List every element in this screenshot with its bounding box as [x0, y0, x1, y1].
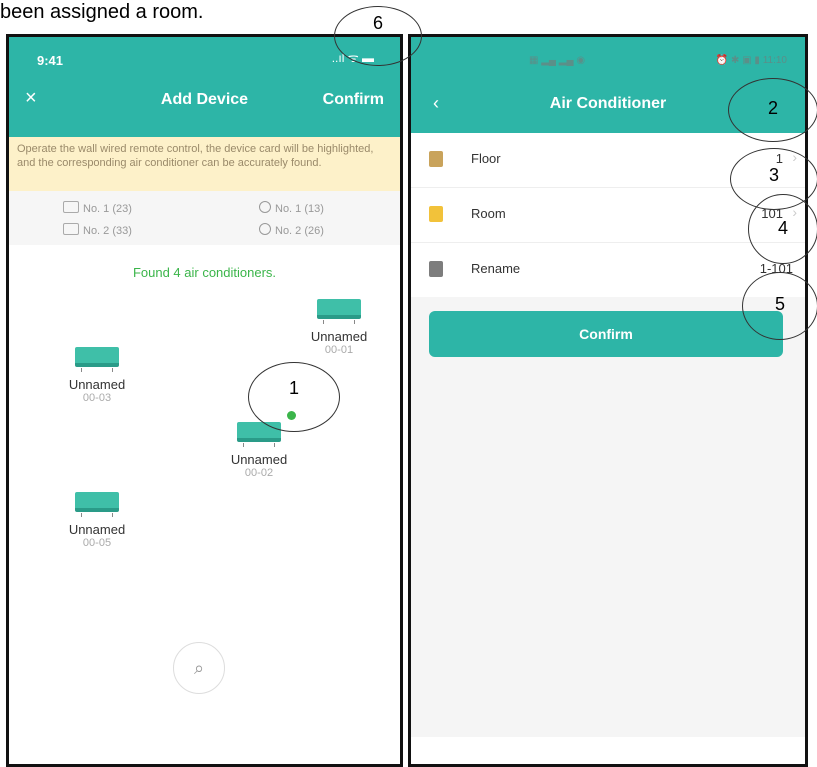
door-icon	[429, 206, 443, 222]
remote-icon	[63, 223, 79, 235]
caption-text: been assigned a room.	[0, 1, 204, 23]
row-label: Room	[471, 206, 506, 221]
stat-label: No. 2 (33)	[83, 225, 132, 237]
stat-label: No. 1 (23)	[83, 203, 132, 215]
device-name: Unnamed	[68, 522, 126, 537]
stat-label: No. 1 (13)	[275, 203, 324, 215]
device-card[interactable]: Unnamed 00-05	[57, 492, 137, 549]
air-conditioner-icon	[75, 347, 119, 372]
found-count: Found 4 air conditioners.	[132, 265, 277, 280]
callout-6: 6	[334, 6, 422, 66]
air-conditioner-icon	[75, 492, 119, 517]
add-device-screen: 9:41 ..ıl ᯤ ▬ × Add Device Confirm Opera…	[6, 34, 403, 767]
stat-label: No. 2 (26)	[275, 225, 324, 237]
device-card[interactable]: Unnamed 00-03	[57, 347, 137, 404]
device-name: Unnamed	[68, 377, 126, 392]
stat-item: No. 1 (23)	[63, 201, 132, 215]
row-label: Floor	[471, 151, 501, 166]
device-name: Unnamed	[310, 329, 368, 344]
content-background	[411, 297, 805, 737]
callout-5: 5	[742, 272, 817, 340]
clock-icon	[259, 223, 271, 235]
stat-item: No. 2 (26)	[259, 223, 324, 237]
remote-icon	[63, 201, 79, 213]
rename-icon	[429, 261, 443, 277]
callout-4: 4	[748, 194, 817, 264]
device-card[interactable]: Unnamed 00-01	[299, 299, 379, 356]
device-code: 00-01	[324, 344, 354, 356]
stats-panel: No. 1 (23) No. 1 (13) No. 2 (33) No. 2 (…	[9, 191, 400, 245]
confirm-button[interactable]: Confirm	[323, 91, 384, 109]
callout-2: 2	[728, 78, 817, 142]
status-icons-left: ▦ ▂▄ ▂▄ ◉	[529, 55, 586, 66]
callout-1: 1	[248, 362, 340, 432]
air-conditioner-screen: ▦ ▂▄ ▂▄ ◉ ⏰ ✱ ▣ ▮ 11:10 ‹ Air Conditione…	[408, 34, 808, 767]
stat-item: No. 1 (13)	[259, 201, 324, 215]
device-code: 00-05	[82, 537, 112, 549]
clock-icon	[259, 201, 271, 213]
device-name: Unnamed	[230, 452, 288, 467]
search-icon[interactable]: ⌕	[173, 642, 225, 694]
confirm-button[interactable]: Confirm	[429, 311, 783, 357]
instruction-banner: Operate the wall wired remote control, t…	[9, 137, 400, 191]
stat-item: No. 2 (33)	[63, 223, 132, 237]
device-code: 00-03	[82, 392, 112, 404]
status-icons-right: ⏰ ✱ ▣ ▮ 11:10	[715, 55, 787, 66]
row-label: Rename	[471, 261, 521, 276]
air-conditioner-icon	[317, 299, 361, 324]
status-time: 9:41	[37, 53, 64, 68]
device-code: 00-02	[244, 467, 274, 479]
floor-icon	[429, 151, 443, 167]
